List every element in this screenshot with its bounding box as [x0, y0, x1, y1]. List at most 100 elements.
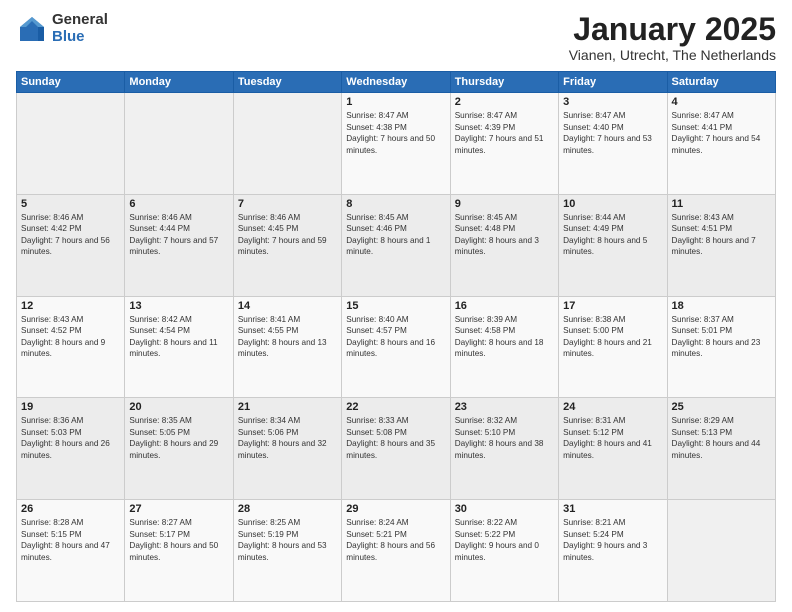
month-title: January 2025	[569, 12, 776, 47]
day-number: 8	[346, 198, 445, 210]
day-number: 24	[563, 401, 662, 413]
weekday-header-monday: Monday	[125, 72, 233, 93]
cell-details: Sunrise: 8:46 AM Sunset: 4:42 PM Dayligh…	[21, 212, 120, 258]
cell-details: Sunrise: 8:43 AM Sunset: 4:52 PM Dayligh…	[21, 314, 120, 360]
day-number: 14	[238, 300, 337, 312]
cell-details: Sunrise: 8:29 AM Sunset: 5:13 PM Dayligh…	[672, 415, 771, 461]
calendar-cell	[233, 93, 341, 195]
calendar-cell: 30 Sunrise: 8:22 AM Sunset: 5:22 PM Dayli…	[450, 500, 558, 602]
weekday-header-row: SundayMondayTuesdayWednesdayThursdayFrid…	[17, 72, 776, 93]
cell-details: Sunrise: 8:47 AM Sunset: 4:38 PM Dayligh…	[346, 110, 445, 156]
cell-details: Sunrise: 8:40 AM Sunset: 4:57 PM Dayligh…	[346, 314, 445, 360]
cell-details: Sunrise: 8:46 AM Sunset: 4:44 PM Dayligh…	[129, 212, 228, 258]
calendar-body: 1 Sunrise: 8:47 AM Sunset: 4:38 PM Daylig…	[17, 93, 776, 602]
day-number: 3	[563, 96, 662, 108]
weekday-header-saturday: Saturday	[667, 72, 775, 93]
cell-details: Sunrise: 8:36 AM Sunset: 5:03 PM Dayligh…	[21, 415, 120, 461]
day-number: 16	[455, 300, 554, 312]
cell-details: Sunrise: 8:37 AM Sunset: 5:01 PM Dayligh…	[672, 314, 771, 360]
title-block: January 2025 Vianen, Utrecht, The Nether…	[569, 12, 776, 63]
logo-blue: Blue	[52, 29, 108, 46]
day-number: 9	[455, 198, 554, 210]
weekday-header-sunday: Sunday	[17, 72, 125, 93]
day-number: 27	[129, 503, 228, 515]
calendar-cell: 14 Sunrise: 8:41 AM Sunset: 4:55 PM Dayli…	[233, 296, 341, 398]
calendar-cell: 27Sunrise: 8:27 AM Sunset: 5:17 PM Dayli…	[125, 500, 233, 602]
cell-details: Sunrise: 8:22 AM Sunset: 5:22 PM Dayligh…	[455, 517, 554, 563]
day-number: 21	[238, 401, 337, 413]
logo: General Blue	[16, 12, 108, 45]
weekday-header-friday: Friday	[559, 72, 667, 93]
cell-details: Sunrise: 8:41 AM Sunset: 4:55 PM Dayligh…	[238, 314, 337, 360]
calendar-cell: 31 Sunrise: 8:21 AM Sunset: 5:24 PM Dayli…	[559, 500, 667, 602]
week-row-2: 5 Sunrise: 8:46 AM Sunset: 4:42 PM Daylig…	[17, 194, 776, 296]
cell-details: Sunrise: 8:34 AM Sunset: 5:06 PM Dayligh…	[238, 415, 337, 461]
cell-details: Sunrise: 8:25 AM Sunset: 5:19 PM Dayligh…	[238, 517, 337, 563]
day-number: 31	[563, 503, 662, 515]
logo-general: General	[52, 12, 108, 29]
day-number: 11	[672, 198, 771, 210]
day-number: 23	[455, 401, 554, 413]
day-number: 4	[672, 96, 771, 108]
weekday-header-thursday: Thursday	[450, 72, 558, 93]
calendar-cell: 24Sunrise: 8:31 AM Sunset: 5:12 PM Dayli…	[559, 398, 667, 500]
calendar-cell: 9Sunrise: 8:45 AM Sunset: 4:48 PM Daylig…	[450, 194, 558, 296]
day-number: 25	[672, 401, 771, 413]
calendar-cell	[17, 93, 125, 195]
calendar-cell: 20 Sunrise: 8:35 AM Sunset: 5:05 PM Dayli…	[125, 398, 233, 500]
calendar-cell: 3Sunrise: 8:47 AM Sunset: 4:40 PM Daylig…	[559, 93, 667, 195]
week-row-3: 12 Sunrise: 8:43 AM Sunset: 4:52 PM Dayli…	[17, 296, 776, 398]
day-number: 7	[238, 198, 337, 210]
calendar-cell: 17Sunrise: 8:38 AM Sunset: 5:00 PM Dayli…	[559, 296, 667, 398]
calendar-cell: 8Sunrise: 8:45 AM Sunset: 4:46 PM Daylig…	[342, 194, 450, 296]
day-number: 5	[21, 198, 120, 210]
cell-details: Sunrise: 8:39 AM Sunset: 4:58 PM Dayligh…	[455, 314, 554, 360]
calendar-cell: 10Sunrise: 8:44 AM Sunset: 4:49 PM Dayli…	[559, 194, 667, 296]
cell-details: Sunrise: 8:47 AM Sunset: 4:41 PM Dayligh…	[672, 110, 771, 156]
calendar-cell: 1 Sunrise: 8:47 AM Sunset: 4:38 PM Daylig…	[342, 93, 450, 195]
cell-details: Sunrise: 8:21 AM Sunset: 5:24 PM Dayligh…	[563, 517, 662, 563]
calendar-cell: 28 Sunrise: 8:25 AM Sunset: 5:19 PM Dayli…	[233, 500, 341, 602]
cell-details: Sunrise: 8:32 AM Sunset: 5:10 PM Dayligh…	[455, 415, 554, 461]
day-number: 12	[21, 300, 120, 312]
cell-details: Sunrise: 8:46 AM Sunset: 4:45 PM Dayligh…	[238, 212, 337, 258]
calendar-cell: 29 Sunrise: 8:24 AM Sunset: 5:21 PM Dayli…	[342, 500, 450, 602]
cell-details: Sunrise: 8:24 AM Sunset: 5:21 PM Dayligh…	[346, 517, 445, 563]
day-number: 20	[129, 401, 228, 413]
cell-details: Sunrise: 8:44 AM Sunset: 4:49 PM Dayligh…	[563, 212, 662, 258]
weekday-header-wednesday: Wednesday	[342, 72, 450, 93]
calendar-cell: 4 Sunrise: 8:47 AM Sunset: 4:41 PM Daylig…	[667, 93, 775, 195]
calendar-cell: 6Sunrise: 8:46 AM Sunset: 4:44 PM Daylig…	[125, 194, 233, 296]
day-number: 22	[346, 401, 445, 413]
calendar-cell: 26Sunrise: 8:28 AM Sunset: 5:15 PM Dayli…	[17, 500, 125, 602]
day-number: 28	[238, 503, 337, 515]
cell-details: Sunrise: 8:47 AM Sunset: 4:39 PM Dayligh…	[455, 110, 554, 156]
day-number: 1	[346, 96, 445, 108]
calendar-cell: 21 Sunrise: 8:34 AM Sunset: 5:06 PM Dayli…	[233, 398, 341, 500]
cell-details: Sunrise: 8:35 AM Sunset: 5:05 PM Dayligh…	[129, 415, 228, 461]
calendar-cell: 11 Sunrise: 8:43 AM Sunset: 4:51 PM Dayli…	[667, 194, 775, 296]
weekday-header-tuesday: Tuesday	[233, 72, 341, 93]
cell-details: Sunrise: 8:33 AM Sunset: 5:08 PM Dayligh…	[346, 415, 445, 461]
calendar-cell: 5 Sunrise: 8:46 AM Sunset: 4:42 PM Daylig…	[17, 194, 125, 296]
calendar-cell: 7 Sunrise: 8:46 AM Sunset: 4:45 PM Daylig…	[233, 194, 341, 296]
week-row-4: 19 Sunrise: 8:36 AM Sunset: 5:03 PM Dayli…	[17, 398, 776, 500]
day-number: 19	[21, 401, 120, 413]
calendar-cell	[125, 93, 233, 195]
day-number: 17	[563, 300, 662, 312]
calendar-table: SundayMondayTuesdayWednesdayThursdayFrid…	[16, 71, 776, 602]
location: Vianen, Utrecht, The Netherlands	[569, 47, 776, 63]
day-number: 29	[346, 503, 445, 515]
logo-text: General Blue	[52, 12, 108, 45]
calendar-cell: 23 Sunrise: 8:32 AM Sunset: 5:10 PM Dayli…	[450, 398, 558, 500]
cell-details: Sunrise: 8:42 AM Sunset: 4:54 PM Dayligh…	[129, 314, 228, 360]
calendar-cell: 2Sunrise: 8:47 AM Sunset: 4:39 PM Daylig…	[450, 93, 558, 195]
calendar-cell: 22 Sunrise: 8:33 AM Sunset: 5:08 PM Dayli…	[342, 398, 450, 500]
week-row-5: 26Sunrise: 8:28 AM Sunset: 5:15 PM Dayli…	[17, 500, 776, 602]
day-number: 30	[455, 503, 554, 515]
page-header: General Blue January 2025 Vianen, Utrech…	[16, 12, 776, 63]
day-number: 13	[129, 300, 228, 312]
calendar-cell: 18 Sunrise: 8:37 AM Sunset: 5:01 PM Dayli…	[667, 296, 775, 398]
cell-details: Sunrise: 8:43 AM Sunset: 4:51 PM Dayligh…	[672, 212, 771, 258]
day-number: 18	[672, 300, 771, 312]
